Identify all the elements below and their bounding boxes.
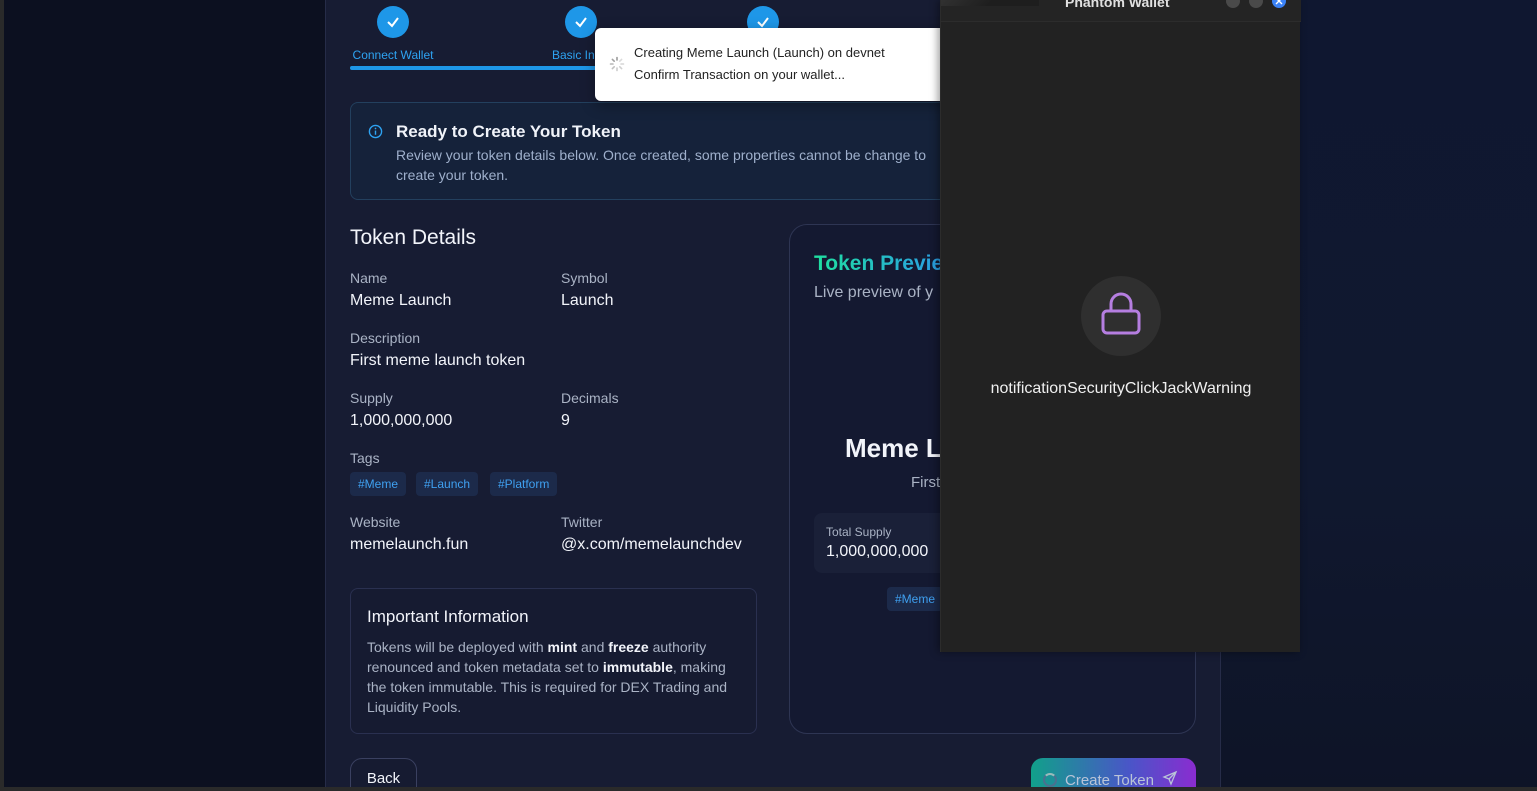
background-left bbox=[0, 0, 326, 791]
wallet-logo-area bbox=[941, 0, 1039, 6]
website-label: Website bbox=[350, 514, 401, 530]
important-info-box: Important Information Tokens will be dep… bbox=[350, 588, 757, 734]
create-token-label: Create Token bbox=[1065, 771, 1154, 789]
symbol-value: Launch bbox=[561, 292, 614, 309]
step-label: Connect Wallet bbox=[352, 48, 434, 62]
decimals-value: 9 bbox=[561, 412, 570, 429]
wallet-title: Phantom Wallet bbox=[1065, 0, 1170, 10]
wallet-titlebar[interactable]: Phantom Wallet bbox=[941, 0, 1301, 22]
step-label: Basic In bbox=[552, 48, 595, 62]
name-label: Name bbox=[350, 270, 388, 286]
info-icon bbox=[368, 124, 383, 144]
decimals-label: Decimals bbox=[561, 390, 619, 406]
lock-icon-container bbox=[1081, 276, 1161, 356]
info-title: Ready to Create Your Token bbox=[396, 122, 621, 141]
preview-supply-label: Total Supply bbox=[826, 525, 892, 539]
maximize-button[interactable] bbox=[1249, 0, 1263, 8]
tag-platform: #Platform bbox=[490, 472, 558, 496]
supply-value: 1,000,000,000 bbox=[350, 412, 453, 429]
preview-tag: #Meme bbox=[887, 587, 944, 611]
wallet-warning-message: notificationSecurityClickJackWarning bbox=[990, 380, 1252, 397]
close-button[interactable] bbox=[1272, 0, 1286, 8]
screen-bottom-border bbox=[0, 787, 1537, 791]
description-label: Description bbox=[350, 330, 421, 346]
important-text: Tokens will be deployed with mint and fr… bbox=[367, 639, 728, 715]
description-value: First meme launch token bbox=[350, 352, 526, 369]
important-title: Important Information bbox=[367, 607, 529, 626]
name-value: Meme Launch bbox=[350, 292, 452, 309]
preview-supply-value: 1,000,000,000 bbox=[826, 543, 929, 560]
step-connect-wallet[interactable]: Connect Wallet bbox=[350, 6, 436, 62]
preview-title: Token Previe bbox=[814, 252, 944, 275]
toast-line-2: Confirm Transaction on your wallet... bbox=[634, 67, 845, 82]
preview-token-description: First bbox=[911, 474, 941, 491]
check-icon bbox=[565, 6, 597, 38]
token-details-title: Token Details bbox=[350, 226, 477, 249]
twitter-value: @x.com/memelaunchdev bbox=[561, 536, 742, 553]
symbol-label: Symbol bbox=[561, 270, 608, 286]
loading-spinner-icon bbox=[609, 56, 625, 77]
info-text: Review your token details below. Once cr… bbox=[396, 147, 926, 183]
transaction-toast: Creating Meme Launch (Launch) on devnet … bbox=[595, 28, 955, 101]
preview-subtitle: Live preview of y bbox=[814, 284, 934, 301]
loading-spinner-icon bbox=[1043, 773, 1057, 787]
supply-label: Supply bbox=[350, 390, 393, 406]
minimize-button[interactable] bbox=[1226, 0, 1240, 8]
tag-launch: #Launch bbox=[416, 472, 479, 496]
phantom-wallet-window: Phantom Wallet notificationSecurityClick… bbox=[940, 0, 1301, 652]
check-icon bbox=[377, 6, 409, 38]
tags-label: Tags bbox=[350, 450, 380, 466]
twitter-label: Twitter bbox=[561, 514, 603, 530]
tag-meme: #Meme bbox=[350, 472, 407, 496]
lock-icon bbox=[1100, 291, 1142, 342]
website-value: memelaunch.fun bbox=[350, 536, 469, 553]
toast-line-1: Creating Meme Launch (Launch) on devnet bbox=[634, 45, 885, 60]
